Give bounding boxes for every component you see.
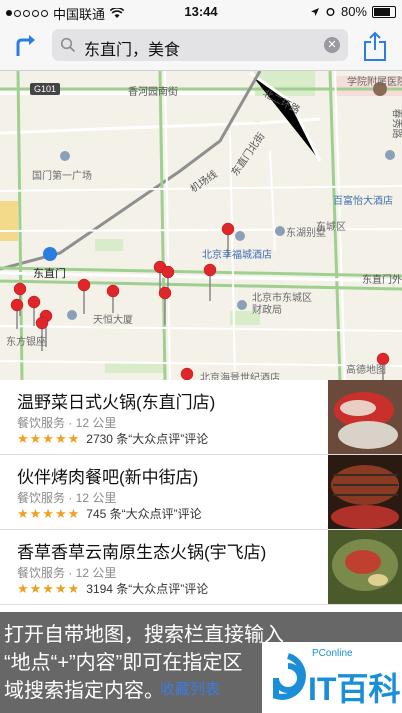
- place-label: 东方银座: [6, 337, 46, 348]
- rating-row: ★★★★★ 745 条“大众点评”评论: [17, 505, 202, 522]
- highway-shield: G101: [30, 83, 61, 95]
- search-field[interactable]: 东直门，美食 ✕: [52, 29, 348, 61]
- restaurant-category: 餐饮服务 · 12 公里: [17, 491, 117, 505]
- place-label: 天恒大厦: [93, 315, 133, 326]
- place-label: 北京市东城区财政局: [252, 293, 312, 316]
- directions-arrow-icon[interactable]: [10, 30, 42, 62]
- search-icon: [60, 37, 76, 53]
- battery-icon: [372, 5, 396, 18]
- alarm-icon: [326, 8, 335, 16]
- restaurant-name: 伙伴烤肉餐吧(新中街店): [17, 468, 199, 487]
- brand-name: IT百科: [308, 671, 401, 707]
- caption-line: 打开自带地图，搜索栏直接输入: [4, 624, 284, 646]
- clear-search-icon[interactable]: ✕: [324, 37, 340, 53]
- list-item[interactable]: 香草香草云南原生态火锅(宇飞店) 餐饮服务 · 12 公里 ★★★★★ 3194…: [0, 530, 402, 605]
- restaurant-name: 温野菜日式火锅(东直门店): [17, 393, 216, 412]
- place-label: 北京幸福城酒店: [202, 250, 272, 261]
- review-count: 745 条“大众点评”评论: [86, 507, 202, 521]
- place-label: 东湖别墅: [286, 228, 326, 239]
- map-toolbar: 东直门，美食 ✕: [0, 22, 402, 71]
- road-label: 香河园南街: [128, 87, 178, 98]
- location-arrow-icon: [310, 7, 319, 16]
- review-count: 2730 条“大众点评”评论: [86, 432, 209, 446]
- brand-pconline: PConline: [312, 648, 353, 659]
- star-rating: ★★★★★: [17, 505, 81, 521]
- place-label: 北京海景世纪酒店: [200, 373, 280, 380]
- search-input[interactable]: 东直门，美食: [84, 36, 180, 60]
- restaurant-thumbnail: [328, 380, 402, 454]
- status-bar: 中国联通 13:44 80%: [0, 0, 402, 22]
- restaurant-name: 香草香草云南原生态火锅(宇飞店): [17, 543, 267, 562]
- list-item[interactable]: 温野菜日式火锅(东直门店) 餐饮服务 · 12 公里 ★★★★★ 2730 条“…: [0, 380, 402, 455]
- star-rating: ★★★★★: [17, 430, 81, 446]
- restaurant-category: 餐饮服务 · 12 公里: [17, 566, 117, 580]
- place-label: 百富怡大酒店: [333, 196, 393, 207]
- restaurant-thumbnail: [328, 455, 402, 529]
- station-label: 东直门: [33, 268, 66, 280]
- rating-row: ★★★★★ 3194 条“大众点评”评论: [17, 580, 208, 597]
- road-label: 东直门外大街: [362, 275, 402, 286]
- battery-percent: 80%: [340, 4, 367, 19]
- pconline-logo-icon: [273, 653, 306, 700]
- caption-line: “地点“+”内容”即可在指定区: [4, 652, 243, 674]
- brand-watermark: PConline IT百科: [262, 642, 402, 713]
- map-attribution: 高德地图: [346, 365, 386, 376]
- share-icon[interactable]: [362, 30, 388, 62]
- restaurant-category: 餐饮服务 · 12 公里: [17, 416, 117, 430]
- restaurant-thumbnail: [328, 530, 402, 604]
- star-rating: ★★★★★: [17, 580, 81, 596]
- status-right: 80%: [310, 4, 396, 19]
- rating-row: ★★★★★ 2730 条“大众点评”评论: [17, 430, 208, 447]
- place-label: 国门第一广场: [32, 171, 92, 182]
- list-item[interactable]: 伙伴烤肉餐吧(新中街店) 餐饮服务 · 12 公里 ★★★★★ 745 条“大众…: [0, 455, 402, 530]
- place-label: 学院附属医院: [347, 77, 402, 88]
- caption-line: 域搜索指定内容。: [4, 680, 164, 702]
- map-view[interactable]: G101 香河园南街 北二环路 东直门北街 机场线 东城区 东直门外大街 东直门…: [0, 71, 402, 380]
- road-label: 春秀路: [390, 108, 402, 139]
- review-count: 3194 条“大众点评”评论: [86, 582, 209, 596]
- bookmarks-link[interactable]: 收藏列表: [160, 678, 220, 699]
